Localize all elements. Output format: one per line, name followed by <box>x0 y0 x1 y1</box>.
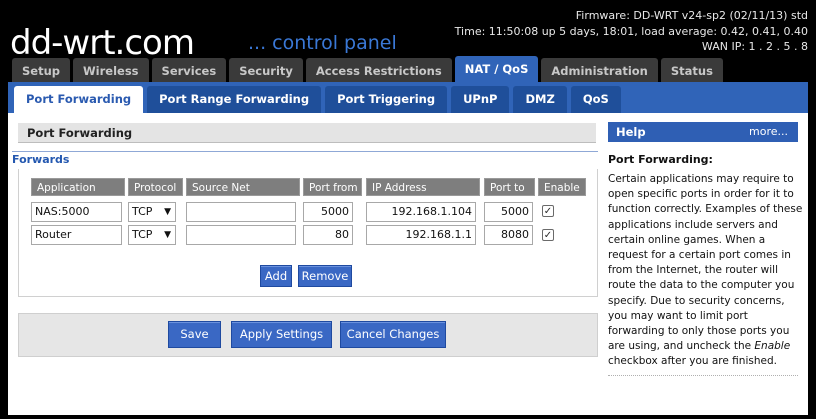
subtab-dmz[interactable]: DMZ <box>513 86 567 113</box>
cancel-changes-button[interactable]: Cancel Changes <box>340 321 446 348</box>
col-port-from: Port from <box>303 178 362 196</box>
protocol-select[interactable]: TCP ▼ <box>128 202 176 222</box>
add-button[interactable]: Add <box>260 265 292 287</box>
tab-access-restrictions[interactable]: Access Restrictions <box>305 58 452 84</box>
help-header: Help more... <box>608 122 798 142</box>
source-net-input[interactable] <box>186 202 296 222</box>
tab-nat-qos[interactable]: NAT / QoS <box>454 56 539 84</box>
port-from-input[interactable]: 80 <box>303 225 353 245</box>
port-to-input[interactable]: 5000 <box>484 202 533 222</box>
tab-services[interactable]: Services <box>151 58 227 84</box>
wan-ip: WAN IP: 1 . 2 . 5 . 8 <box>701 40 808 53</box>
save-button[interactable]: Save <box>168 321 221 348</box>
section-title: Port Forwarding <box>18 123 596 143</box>
logo-sub-text: ... control panel <box>248 32 397 54</box>
application-input[interactable]: NAS:5000 <box>31 202 122 222</box>
protocol-value: TCP <box>132 228 153 241</box>
tab-setup[interactable]: Setup <box>12 58 70 84</box>
check-mark-icon: ✓ <box>543 206 553 217</box>
application-input[interactable]: Router <box>31 225 122 245</box>
col-source-net: Source Net <box>186 178 300 196</box>
source-net-input[interactable] <box>186 225 296 245</box>
remove-button[interactable]: Remove <box>298 265 352 287</box>
subtab-port-range-forwarding[interactable]: Port Range Forwarding <box>147 86 322 113</box>
help-text-part1: Certain applications may require to open… <box>608 173 803 353</box>
help-topic-title: Port Forwarding: <box>608 153 713 166</box>
logo-main-text: dd-wrt.com <box>10 23 195 63</box>
enable-checkbox[interactable]: ✓ <box>542 205 554 217</box>
dropdown-arrow-icon: ▼ <box>164 207 171 217</box>
col-enable: Enable <box>538 178 586 196</box>
tab-status[interactable]: Status <box>660 58 723 84</box>
forwards-legend: Forwards <box>12 153 74 166</box>
col-application: Application <box>31 178 125 196</box>
firmware-version: Firmware: DD-WRT v24-sp2 (02/11/13) std <box>575 9 808 22</box>
help-text: Certain applications may require to open… <box>608 172 804 370</box>
help-text-enable: Enable <box>754 340 791 353</box>
help-more-link[interactable]: more... <box>749 122 788 142</box>
tab-administration[interactable]: Administration <box>541 58 658 84</box>
protocol-value: TCP <box>132 205 153 218</box>
tab-security[interactable]: Security <box>229 58 303 84</box>
ip-address-input[interactable]: 192.168.1.1 <box>366 225 476 245</box>
port-to-input[interactable]: 8080 <box>484 225 533 245</box>
help-divider <box>608 375 798 376</box>
help-title-label: Help <box>616 125 646 139</box>
ip-address-input[interactable]: 192.168.1.104 <box>366 202 476 222</box>
port-from-input[interactable]: 5000 <box>303 202 353 222</box>
col-port-to: Port to <box>484 178 535 196</box>
sub-nav: Port Forwarding Port Range Forwarding Po… <box>8 82 808 113</box>
col-protocol: Protocol <box>128 178 183 196</box>
main-nav: Setup Wireless Services Security Access … <box>12 56 723 84</box>
dropdown-arrow-icon: ▼ <box>164 230 171 240</box>
help-text-part2: checkbox after you are finished. <box>608 355 777 368</box>
uptime-load: Time: 11:50:08 up 5 days, 18:01, load av… <box>454 24 808 38</box>
subtab-qos[interactable]: QoS <box>570 86 621 113</box>
protocol-select[interactable]: TCP ▼ <box>128 225 176 245</box>
subtab-upnp[interactable]: UPnP <box>451 86 510 113</box>
subtab-port-triggering[interactable]: Port Triggering <box>325 86 448 113</box>
subtab-port-forwarding[interactable]: Port Forwarding <box>14 86 144 113</box>
enable-checkbox[interactable]: ✓ <box>542 229 554 241</box>
router-info: Firmware: DD-WRT v24-sp2 (02/11/13) std … <box>455 8 808 55</box>
content-panel: Port Forwarding Forwards Application Pro… <box>8 113 808 415</box>
col-ip-address: IP Address <box>366 178 480 196</box>
tab-wireless[interactable]: Wireless <box>73 58 149 84</box>
check-mark-icon: ✓ <box>543 230 553 241</box>
ddwrt-logo: dd-wrt.com ... control panel <box>10 20 397 63</box>
apply-settings-button[interactable]: Apply Settings <box>231 321 332 348</box>
